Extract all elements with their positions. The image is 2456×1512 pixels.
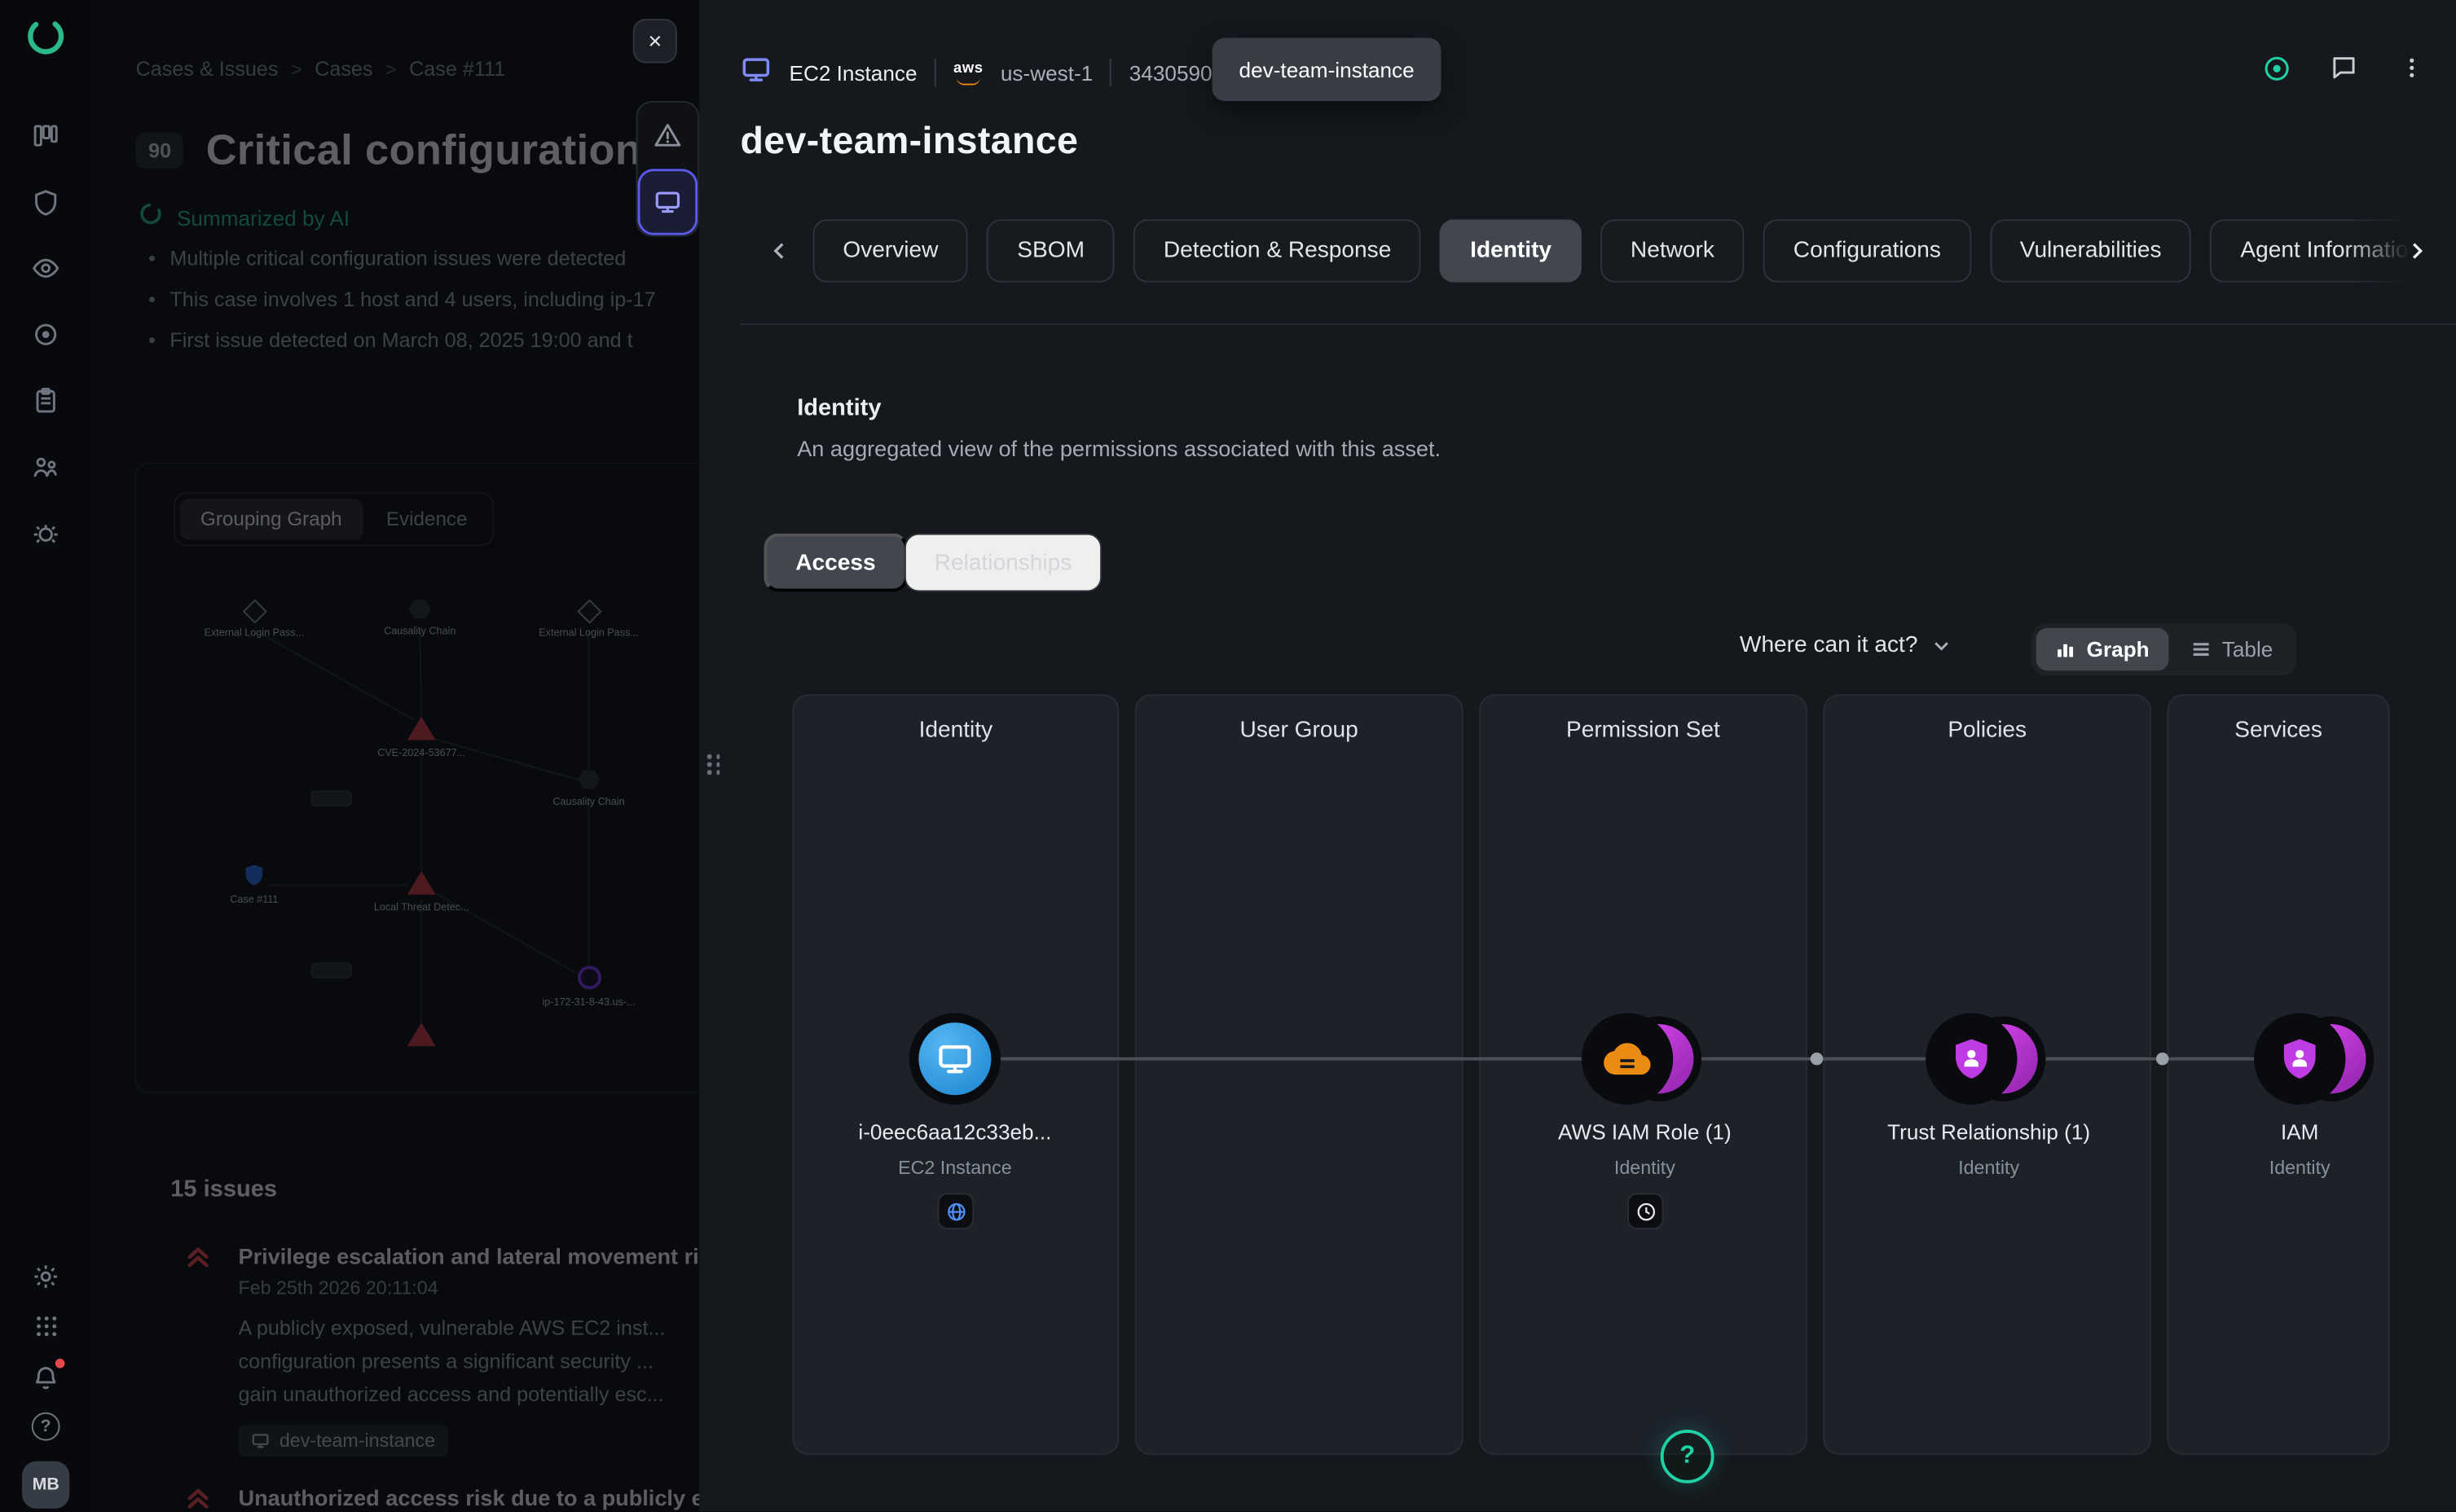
close-button[interactable]: × — [633, 19, 677, 63]
tab-detection-response[interactable]: Detection & Response — [1133, 219, 1421, 282]
asset-title: dev-team-instance — [740, 120, 1078, 164]
notifications-bell-icon[interactable] — [31, 1362, 61, 1392]
boards-icon[interactable] — [31, 120, 61, 150]
help-button[interactable]: ? — [1661, 1430, 1714, 1483]
region-label: us-west-1 — [1001, 61, 1093, 85]
asset-type-label: EC2 Instance — [790, 61, 918, 85]
column-user-group: User Group — [1135, 694, 1463, 1455]
trust-relationship-node[interactable] — [1926, 1013, 2052, 1105]
tab-overview[interactable]: Overview — [813, 219, 969, 282]
aws-logo: aws — [953, 61, 984, 85]
warning-triangle-icon — [654, 121, 682, 150]
bug-icon[interactable] — [31, 517, 61, 547]
aws-iam-role-node[interactable] — [1582, 1013, 1708, 1105]
alerts-side-tab[interactable] — [638, 103, 698, 169]
user-avatar[interactable]: MB — [22, 1461, 69, 1509]
app-sidebar: ? MB — [0, 0, 91, 1512]
graph-table-toggle: Graph Table — [2031, 623, 2297, 675]
identity-section-heading: Identity — [797, 394, 881, 421]
scan-radar-icon[interactable] — [2260, 52, 2292, 84]
tabs-scroll-left-chevron-icon[interactable] — [763, 234, 798, 269]
settings-gear-icon[interactable] — [31, 1261, 61, 1291]
asset-type-monitor-icon — [740, 53, 772, 92]
tabs-scroll-right-chevron-icon[interactable] — [2399, 234, 2434, 269]
org-icon[interactable] — [31, 451, 61, 481]
connection-dot — [1811, 1053, 1823, 1065]
divider — [935, 59, 936, 87]
relationships-button[interactable]: Relationships — [904, 534, 1102, 592]
drawer-resize-handle[interactable] — [707, 754, 720, 774]
tab-sbom[interactable]: SBOM — [987, 219, 1114, 282]
purple-shield-icon — [1948, 1035, 1995, 1083]
where-can-it-act-label: Where can it act? — [1740, 633, 1918, 658]
where-can-it-act-dropdown[interactable]: Where can it act? — [1740, 633, 1951, 658]
node-label: AWS IAM Role (1) — [1471, 1120, 1818, 1144]
drawer-side-tabs — [636, 101, 699, 237]
target-icon[interactable] — [31, 319, 61, 349]
ec2-instance-node[interactable] — [909, 1013, 1036, 1105]
monitor-icon — [654, 188, 682, 217]
shield-icon[interactable] — [31, 187, 61, 217]
node-label: i-0eec6aa12c33eb... — [781, 1120, 1129, 1144]
access-button[interactable]: Access — [764, 534, 908, 592]
monitor-icon — [936, 1040, 974, 1077]
help-icon[interactable]: ? — [32, 1413, 60, 1441]
aws-cloud-icon — [1604, 1035, 1651, 1083]
asset-side-tab[interactable] — [638, 169, 698, 235]
asset-name-tooltip: dev-team-instance — [1213, 37, 1441, 100]
purple-shield-icon — [2276, 1035, 2323, 1083]
divider — [740, 323, 2456, 325]
chat-icon[interactable] — [2328, 52, 2360, 84]
identity-section-subtitle: An aggregated view of the permissions as… — [797, 436, 1441, 461]
orca-logo — [25, 15, 66, 56]
tab-identity[interactable]: Identity — [1440, 219, 1581, 282]
divider — [1111, 59, 1112, 87]
app-window: ? MB Cases & Issues > Cases > Case #111 … — [0, 0, 2456, 1512]
clipboard-icon[interactable] — [31, 385, 61, 415]
bar-chart-icon — [2055, 639, 2075, 659]
chevron-down-icon — [1932, 636, 1951, 655]
node-sublabel: Identity — [2126, 1157, 2456, 1179]
iam-service-node[interactable] — [2254, 1013, 2380, 1105]
node-sublabel: Identity — [1471, 1157, 1818, 1179]
clock-badge-icon — [1627, 1193, 1664, 1229]
node-label: IAM — [2126, 1120, 2456, 1144]
tab-network[interactable]: Network — [1600, 219, 1745, 282]
eye-icon[interactable] — [31, 253, 61, 283]
asset-tab-bar: Overview SBOM Detection & Response Ident… — [813, 219, 2456, 282]
view-graph-option[interactable]: Graph — [2036, 628, 2168, 670]
table-list-icon — [2190, 639, 2211, 659]
view-table-option[interactable]: Table — [2172, 628, 2292, 670]
node-sublabel: Identity — [1816, 1157, 2163, 1179]
asset-drawer: EC2 Instance aws us-west-1 343059098 dev… — [699, 0, 2456, 1512]
kebab-menu-icon[interactable] — [2396, 52, 2427, 84]
node-label: Trust Relationship (1) — [1816, 1120, 2163, 1144]
tab-configurations[interactable]: Configurations — [1763, 219, 1971, 282]
globe-badge-icon — [938, 1193, 975, 1229]
connection-dot — [2156, 1053, 2168, 1065]
node-sublabel: EC2 Instance — [781, 1157, 1129, 1179]
tab-vulnerabilities[interactable]: Vulnerabilities — [1990, 219, 2191, 282]
notification-dot — [55, 1359, 64, 1369]
apps-grid-icon[interactable] — [31, 1312, 61, 1342]
